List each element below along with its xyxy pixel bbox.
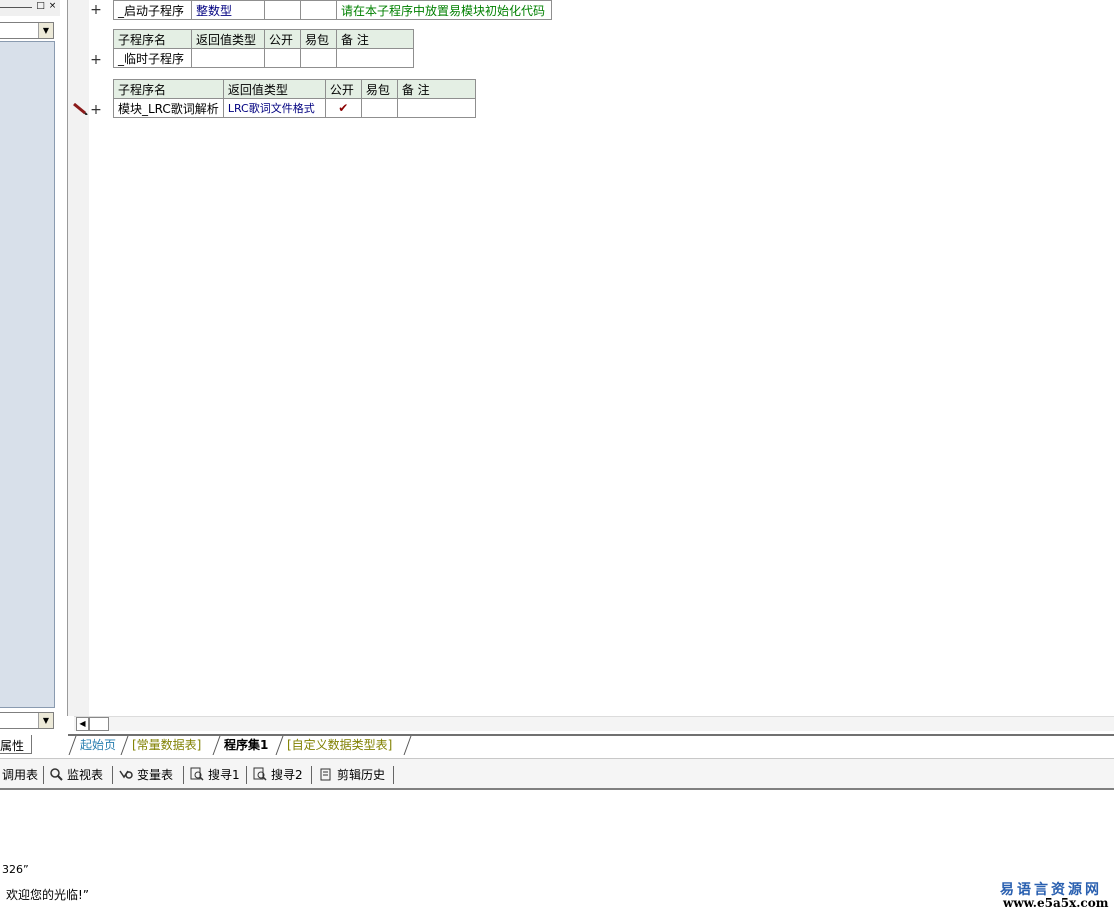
expand-startup-button[interactable]: + [90,3,102,17]
bottom-toolbar: 调用表 监视表 变量表 搜寻1 搜寻2 剪辑历史 [0,758,1114,790]
header-easy-pack: 易包 [360,79,398,99]
clip-history-button[interactable]: 剪辑历史 [319,767,385,783]
variable-table-button[interactable]: 变量表 [119,767,173,783]
easy-pack-cell[interactable] [300,0,337,20]
tab-constants[interactable]: [常量数据表] [126,736,207,754]
header-proc-name: 子程序名 [113,29,192,49]
easy-pack-cell[interactable] [360,98,398,118]
output-panel[interactable] [0,791,1114,915]
scroll-left-icon[interactable]: ◀ [76,717,89,731]
clipboard-icon [320,768,331,781]
call-table-label: 调用表 [2,768,39,782]
public-check-icon[interactable]: ✔ [324,98,362,118]
temp-proc-table: 子程序名 返回值类型 公开 易包 备 注 _临时子程序 [113,29,414,68]
clip-history-label: 剪辑历史 [337,768,386,782]
watermark-url: www.e5a5x.com [1003,896,1109,910]
watch-table-label: 监视表 [67,768,104,782]
watch-table-button[interactable]: 监视表 [49,767,103,783]
magnifier-icon [50,768,63,781]
search2-label: 搜寻2 [271,768,303,782]
tab-divider [403,736,412,755]
edit-pencil-icon [73,103,88,115]
restore-icon[interactable]: □ [36,2,45,11]
expand-temp-button[interactable]: + [90,53,102,67]
lrc-proc-table: 子程序名 返回值类型 公开 易包 备 注 模块_LRC歌词解析 LRC歌词文件格… [113,79,476,118]
return-type-cell[interactable]: 整数型 [191,0,265,20]
scrollbar-thumb[interactable] [89,717,109,731]
call-table-button[interactable]: 调用表 [2,767,38,783]
chevron-down-icon[interactable]: ▼ [38,23,53,38]
search-doc-icon [253,767,267,781]
tab-properties-label: 属性 [0,739,25,753]
search1-label: 搜寻1 [208,768,240,782]
expand-lrc-button[interactable]: + [90,103,102,117]
header-public: 公开 [264,29,301,49]
close-icon[interactable]: × [48,2,57,11]
variable-table-label: 变量表 [137,768,174,782]
left-panel-combo[interactable]: ▼ [0,22,54,39]
tab-start-page[interactable]: 起始页 [74,736,122,754]
header-remark: 备 注 [336,29,414,49]
left-panel-titlebar: □ × [0,0,60,16]
proc-name-cell[interactable]: 模块_LRC歌词解析 [113,98,224,118]
variable-icon [119,770,133,779]
header-proc-name: 子程序名 [113,79,224,99]
startup-proc-table: _启动子程序 整数型 请在本子程序中放置易模块初始化代码 [113,0,552,20]
file-tabbar: 起始页 [常量数据表] 程序集1 [自定义数据类型表] [68,734,1114,756]
tab-custom-types[interactable]: [自定义数据类型表] [281,736,398,754]
easy-pack-cell[interactable] [300,48,337,68]
public-cell[interactable] [264,0,301,20]
tab-properties[interactable]: 属性 [0,735,32,754]
public-cell[interactable] [264,48,301,68]
proc-name-cell[interactable]: _临时子程序 [113,48,192,68]
header-easy-pack: 易包 [300,29,337,49]
tab-program-set[interactable]: 程序集1 [218,736,274,754]
horizontal-scrollbar[interactable]: ◀ [74,716,1114,731]
left-panel-list[interactable] [0,41,55,708]
header-public: 公开 [324,79,362,99]
header-return-type: 返回值类型 [191,29,265,49]
chevron-down-icon[interactable]: ▼ [38,713,53,728]
header-remark: 备 注 [396,79,476,99]
proc-name-cell[interactable]: _启动子程序 [113,0,192,20]
return-type-cell[interactable]: LRC歌词文件格式 [222,98,326,118]
output-line: 欢迎您的光临!” [6,888,90,902]
search-doc-icon [190,767,204,781]
remark-cell[interactable] [336,48,414,68]
remark-cell[interactable] [396,98,476,118]
return-type-cell[interactable] [191,48,265,68]
remark-cell[interactable]: 请在本子程序中放置易模块初始化代码 [336,0,552,20]
output-line: 326” [2,863,29,876]
search1-button[interactable]: 搜寻1 [190,767,240,783]
search2-button[interactable]: 搜寻2 [253,767,303,783]
left-panel-combo-bottom[interactable]: ▼ [0,712,54,729]
header-return-type: 返回值类型 [222,79,326,99]
